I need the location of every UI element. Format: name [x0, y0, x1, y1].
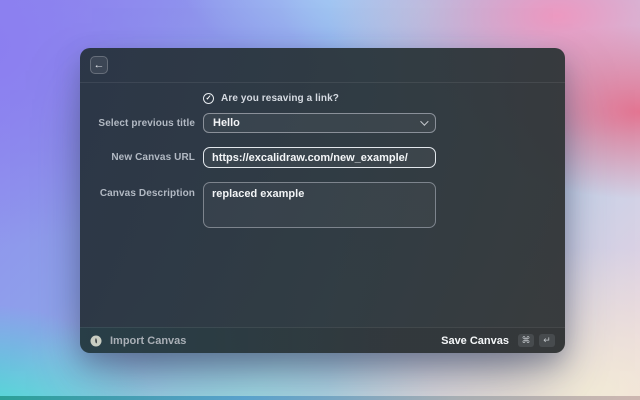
arrow-left-icon: ← — [94, 60, 105, 71]
previous-title-value: Hello — [213, 117, 240, 129]
canvas-url-input[interactable] — [203, 147, 436, 168]
chevron-down-icon — [420, 117, 428, 125]
dialog-header: ← — [80, 48, 565, 83]
save-canvas-dialog: ← ✓ Are you resaving a link? Select prev… — [80, 48, 565, 353]
dialog-body: ✓ Are you resaving a link? Select previo… — [80, 83, 565, 327]
canvas-url-label: New Canvas URL — [80, 152, 195, 163]
previous-title-select[interactable]: Hello — [203, 113, 436, 133]
canvas-url-row: New Canvas URL — [80, 147, 565, 168]
canvas-description-row: Canvas Description replaced example — [80, 182, 565, 233]
footer-actions: Save Canvas ⌘ ↵ — [441, 334, 555, 347]
enter-key-badge: ↵ — [539, 334, 555, 347]
save-canvas-button[interactable]: Save Canvas — [441, 335, 509, 347]
import-canvas-button[interactable]: Import Canvas — [110, 335, 186, 347]
resave-link-checkbox[interactable]: ✓ — [203, 93, 214, 104]
dialog-footer: Import Canvas Save Canvas ⌘ ↵ — [80, 327, 565, 353]
previous-title-label: Select previous title — [80, 118, 195, 129]
canvas-description-textarea[interactable]: replaced example — [203, 182, 436, 228]
resave-link-label: Are you resaving a link? — [221, 93, 339, 104]
previous-title-row: Select previous title Hello — [80, 113, 565, 133]
cmd-key-badge: ⌘ — [518, 334, 534, 347]
canvas-description-label: Canvas Description — [80, 182, 195, 199]
import-canvas-icon — [90, 335, 102, 347]
back-button[interactable]: ← — [90, 56, 108, 74]
check-icon: ✓ — [206, 95, 212, 102]
resave-link-checkbox-row: ✓ Are you resaving a link? — [203, 92, 565, 105]
screen-bottom-edge — [0, 396, 640, 400]
